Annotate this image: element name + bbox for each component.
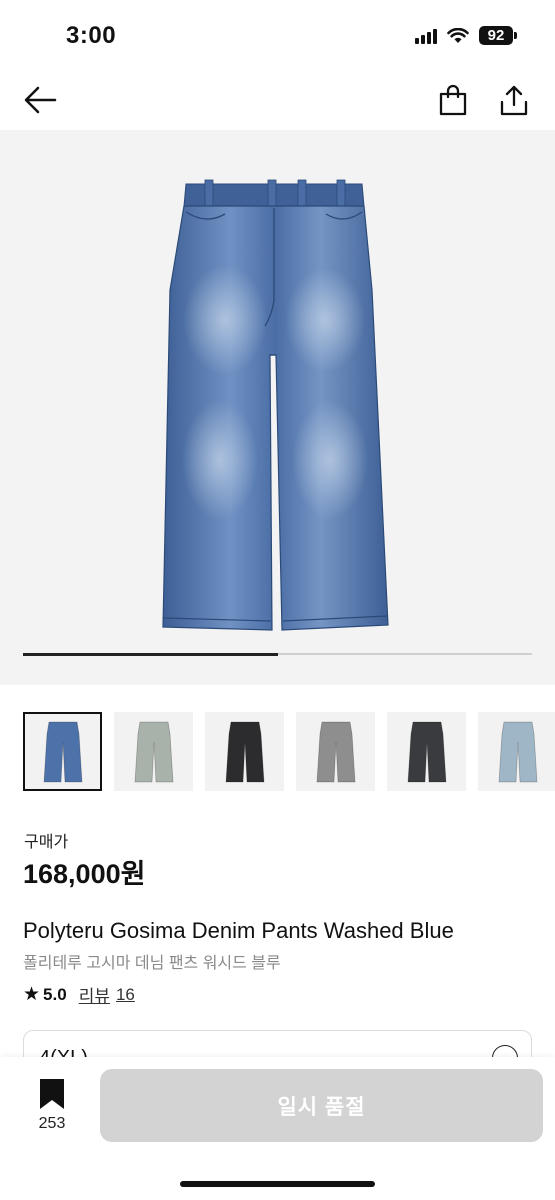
status-icons: 92 bbox=[415, 26, 517, 45]
thumbnail-strip[interactable] bbox=[23, 712, 555, 792]
arrow-left-icon bbox=[24, 86, 57, 114]
pants-thumbnail-icon bbox=[407, 721, 446, 782]
shopping-bag-button[interactable] bbox=[432, 78, 474, 122]
header bbox=[0, 70, 555, 130]
pants-thumbnail-icon bbox=[134, 721, 173, 782]
pants-thumbnail-icon bbox=[316, 721, 355, 782]
product-name-en: Polyteru Gosima Denim Pants Washed Blue bbox=[23, 918, 454, 943]
status-time: 3:00 bbox=[66, 22, 117, 49]
bookmark-button[interactable]: 253 bbox=[28, 1079, 76, 1135]
review-count[interactable]: 16 bbox=[116, 985, 135, 1005]
battery-level: 92 bbox=[479, 26, 513, 45]
image-slider-progress bbox=[23, 652, 278, 656]
bookmark-count: 253 bbox=[38, 1115, 66, 1132]
product-name-ko: 폴리테루 고시마 데님 팬츠 워시드 블루 bbox=[23, 955, 281, 972]
sold-out-button[interactable]: 일시 품절 bbox=[100, 1069, 543, 1142]
battery-icon: 92 bbox=[479, 26, 517, 45]
share-button[interactable] bbox=[493, 78, 535, 122]
review-link[interactable]: 리뷰 bbox=[79, 982, 110, 1007]
thumbnail-item[interactable] bbox=[23, 712, 102, 791]
price: 168,000원 bbox=[23, 859, 146, 889]
share-icon bbox=[500, 85, 528, 116]
thumbnail-item[interactable] bbox=[296, 712, 375, 791]
price-label: 구매가 bbox=[24, 834, 69, 851]
thumbnail-item[interactable] bbox=[114, 712, 193, 791]
bookmark-icon bbox=[40, 1079, 64, 1109]
thumbnail-item[interactable] bbox=[478, 712, 555, 791]
rating-row: ★ 5.0 리뷰 16 bbox=[23, 982, 135, 1007]
rating-value: 5.0 bbox=[43, 984, 67, 1004]
status-bar: 3:00 92 bbox=[0, 0, 555, 70]
star-icon: ★ bbox=[23, 984, 41, 1005]
wifi-icon bbox=[447, 27, 469, 43]
home-indicator bbox=[180, 1181, 375, 1187]
thumbnail-item[interactable] bbox=[387, 712, 466, 791]
bottom-bar: 253 일시 품절 bbox=[0, 1057, 555, 1200]
pants-thumbnail-icon bbox=[498, 721, 537, 782]
denim-pants-image bbox=[162, 179, 389, 631]
product-image[interactable] bbox=[0, 130, 555, 685]
back-button[interactable] bbox=[18, 78, 62, 122]
signal-icon bbox=[415, 28, 437, 44]
pants-thumbnail-icon bbox=[225, 721, 264, 782]
shopping-bag-icon bbox=[439, 84, 467, 116]
pants-thumbnail-icon bbox=[43, 721, 82, 782]
image-slider-track bbox=[23, 652, 532, 656]
thumbnail-item[interactable] bbox=[205, 712, 284, 791]
